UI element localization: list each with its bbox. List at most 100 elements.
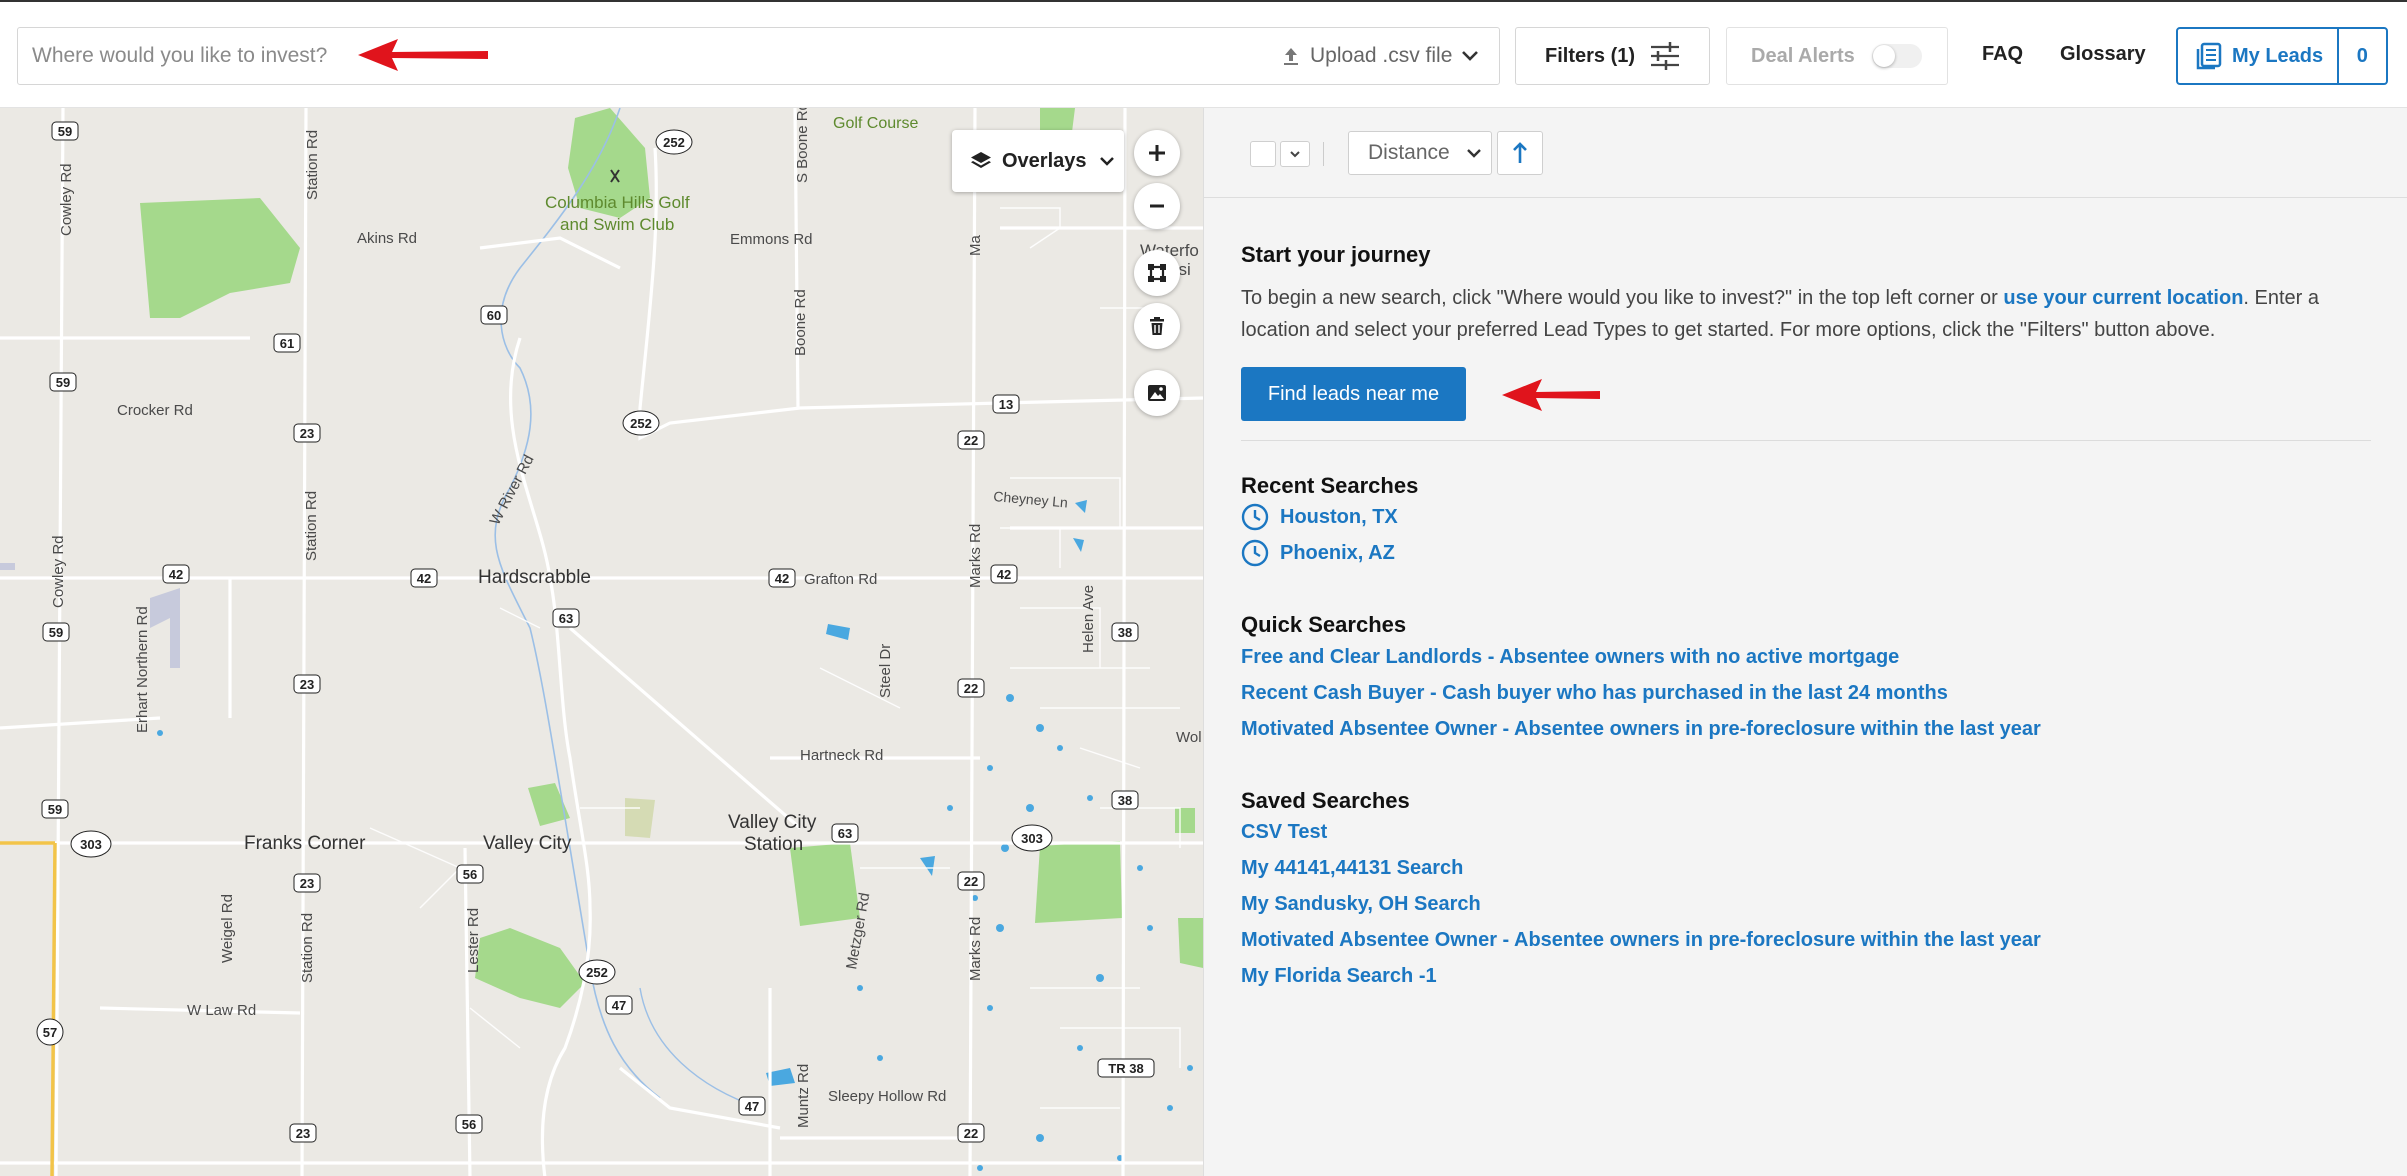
svg-text:22: 22 <box>964 433 978 448</box>
shield-303: 303 <box>1011 824 1053 852</box>
recent-search-item[interactable]: Houston, TX <box>1241 499 1398 535</box>
svg-text:63: 63 <box>559 611 573 626</box>
saved-search-link[interactable]: My 44141,44131 Search <box>1241 850 2041 886</box>
shield-22: 22 <box>957 430 985 450</box>
shield-57: 57 <box>36 1018 64 1046</box>
quick-search-link[interactable]: Motivated Absentee Owner - Absentee owne… <box>1241 711 2041 747</box>
my-leads-count: 0 <box>2356 44 2368 67</box>
shield-63: 63 <box>552 608 580 628</box>
draw-shape-button[interactable] <box>1134 250 1180 296</box>
shield-59: 59 <box>42 622 70 642</box>
label-marks-1: Marks Rd <box>967 524 984 588</box>
svg-text:59: 59 <box>56 375 70 390</box>
my-leads-main[interactable]: My Leads <box>2178 29 2339 83</box>
water-area <box>826 624 850 640</box>
overlays-label: Overlays <box>1002 149 1087 172</box>
shield-59: 59 <box>41 799 69 819</box>
label-lester: Lester Rd <box>465 908 482 973</box>
shield-61: 61 <box>273 333 301 353</box>
map-mark <box>0 563 15 570</box>
svg-text:59: 59 <box>49 625 63 640</box>
plus-icon <box>1149 145 1165 161</box>
label-vcs-2: Station <box>744 834 803 855</box>
shield-63: 63 <box>831 823 859 843</box>
clock-icon <box>1241 539 1269 567</box>
map-canvas[interactable]: Golf Course Columbia Hills Golf and Swim… <box>0 108 1203 1176</box>
shield-23: 23 <box>289 1123 317 1143</box>
park-area <box>1178 918 1203 968</box>
label-hardscrabble: Hardscrabble <box>478 567 591 588</box>
upload-csv-button[interactable]: Upload .csv file <box>1282 28 1452 83</box>
quick-search-link[interactable]: Free and Clear Landlords - Absentee owne… <box>1241 639 2041 675</box>
shield-42: 42 <box>990 564 1018 584</box>
recent-search-item[interactable]: Phoenix, AZ <box>1241 535 1398 571</box>
chevron-down-icon <box>1290 151 1300 158</box>
svg-text:63: 63 <box>838 826 852 841</box>
shield-59: 59 <box>49 372 77 392</box>
faq-link[interactable]: FAQ <box>1982 43 2023 66</box>
label-marks-3: Ma <box>967 235 984 256</box>
polygon-draw-icon <box>1148 264 1166 282</box>
chevron-down-icon[interactable] <box>1456 42 1484 70</box>
search-box[interactable]: Upload .csv file <box>17 27 1500 85</box>
select-all-checkbox[interactable] <box>1250 141 1276 167</box>
shield-tr38: TR 38 <box>1097 1058 1155 1078</box>
svg-text:TR 38: TR 38 <box>1108 1061 1143 1076</box>
find-leads-button[interactable]: Find leads near me <box>1241 367 1466 421</box>
label-akins: Akins Rd <box>357 230 417 247</box>
saved-search-link[interactable]: Motivated Absentee Owner - Absentee owne… <box>1241 922 2041 958</box>
label-marks-2: Marks Rd <box>967 917 984 981</box>
chevron-down-icon <box>1099 157 1114 166</box>
filters-button[interactable]: Filters (1) <box>1515 27 1710 85</box>
svg-text:42: 42 <box>775 571 789 586</box>
label-w-river: W River Rd <box>487 452 538 528</box>
saved-search-link[interactable]: CSV Test <box>1241 814 2041 850</box>
quick-search-link[interactable]: Recent Cash Buyer - Cash buyer who has p… <box>1241 675 2041 711</box>
shield-56: 56 <box>455 1114 483 1134</box>
results-panel: Distance Start your journey To begin a n… <box>1203 108 2407 1176</box>
map-style-button[interactable] <box>1134 370 1180 416</box>
saved-search-link[interactable]: My Florida Search -1 <box>1241 958 2041 994</box>
my-leads-button[interactable]: My Leads 0 <box>2176 27 2388 85</box>
zoom-out-button[interactable] <box>1134 183 1180 229</box>
water-area <box>1073 538 1084 552</box>
sort-select[interactable]: Distance <box>1348 131 1492 175</box>
use-location-link[interactable]: use your current location <box>2003 287 2243 309</box>
deal-alerts-label: Deal Alerts <box>1751 44 1855 67</box>
journey-text: To begin a new search, click "Where woul… <box>1241 282 2371 346</box>
shield-13: 13 <box>992 394 1020 414</box>
shield-42: 42 <box>768 568 796 588</box>
label-helen: Helen Ave <box>1080 585 1097 653</box>
map[interactable]: Golf Course Columbia Hills Golf and Swim… <box>0 108 1203 1176</box>
stream <box>639 987 761 1109</box>
delete-shape-button[interactable] <box>1134 303 1180 349</box>
shield-56: 56 <box>456 864 484 884</box>
overlays-button[interactable]: Overlays <box>952 130 1124 192</box>
deal-alerts-toggle[interactable] <box>1872 44 1922 68</box>
glossary-link[interactable]: Glossary <box>2060 43 2146 66</box>
svg-text:42: 42 <box>169 567 183 582</box>
svg-text:47: 47 <box>612 998 626 1013</box>
svg-text:303: 303 <box>80 837 102 852</box>
svg-text:47: 47 <box>745 1099 759 1114</box>
shield-252: 252 <box>655 129 693 155</box>
zoom-in-button[interactable] <box>1134 130 1180 176</box>
sort-direction-button[interactable] <box>1497 131 1543 175</box>
park-area <box>475 928 585 1008</box>
map-mark <box>150 588 180 668</box>
chevron-down-icon <box>1466 149 1481 158</box>
shield-47: 47 <box>738 1096 766 1116</box>
panel-toolbar: Distance <box>1204 108 2407 198</box>
select-options-dropdown[interactable] <box>1280 141 1310 167</box>
label-columbia-hills-2: and Swim Club <box>560 215 674 234</box>
toolbar-divider <box>1323 142 1324 166</box>
image-icon <box>1148 385 1166 401</box>
recent-search-label: Houston, TX <box>1280 505 1398 528</box>
shield-23: 23 <box>293 423 321 443</box>
label-hartneck: Hartneck Rd <box>800 747 883 764</box>
svg-text:252: 252 <box>663 135 685 150</box>
shield-23: 23 <box>293 674 321 694</box>
label-weigel: Weigel Rd <box>219 894 236 963</box>
label-w-law: W Law Rd <box>187 1002 256 1019</box>
saved-search-link[interactable]: My Sandusky, OH Search <box>1241 886 2041 922</box>
